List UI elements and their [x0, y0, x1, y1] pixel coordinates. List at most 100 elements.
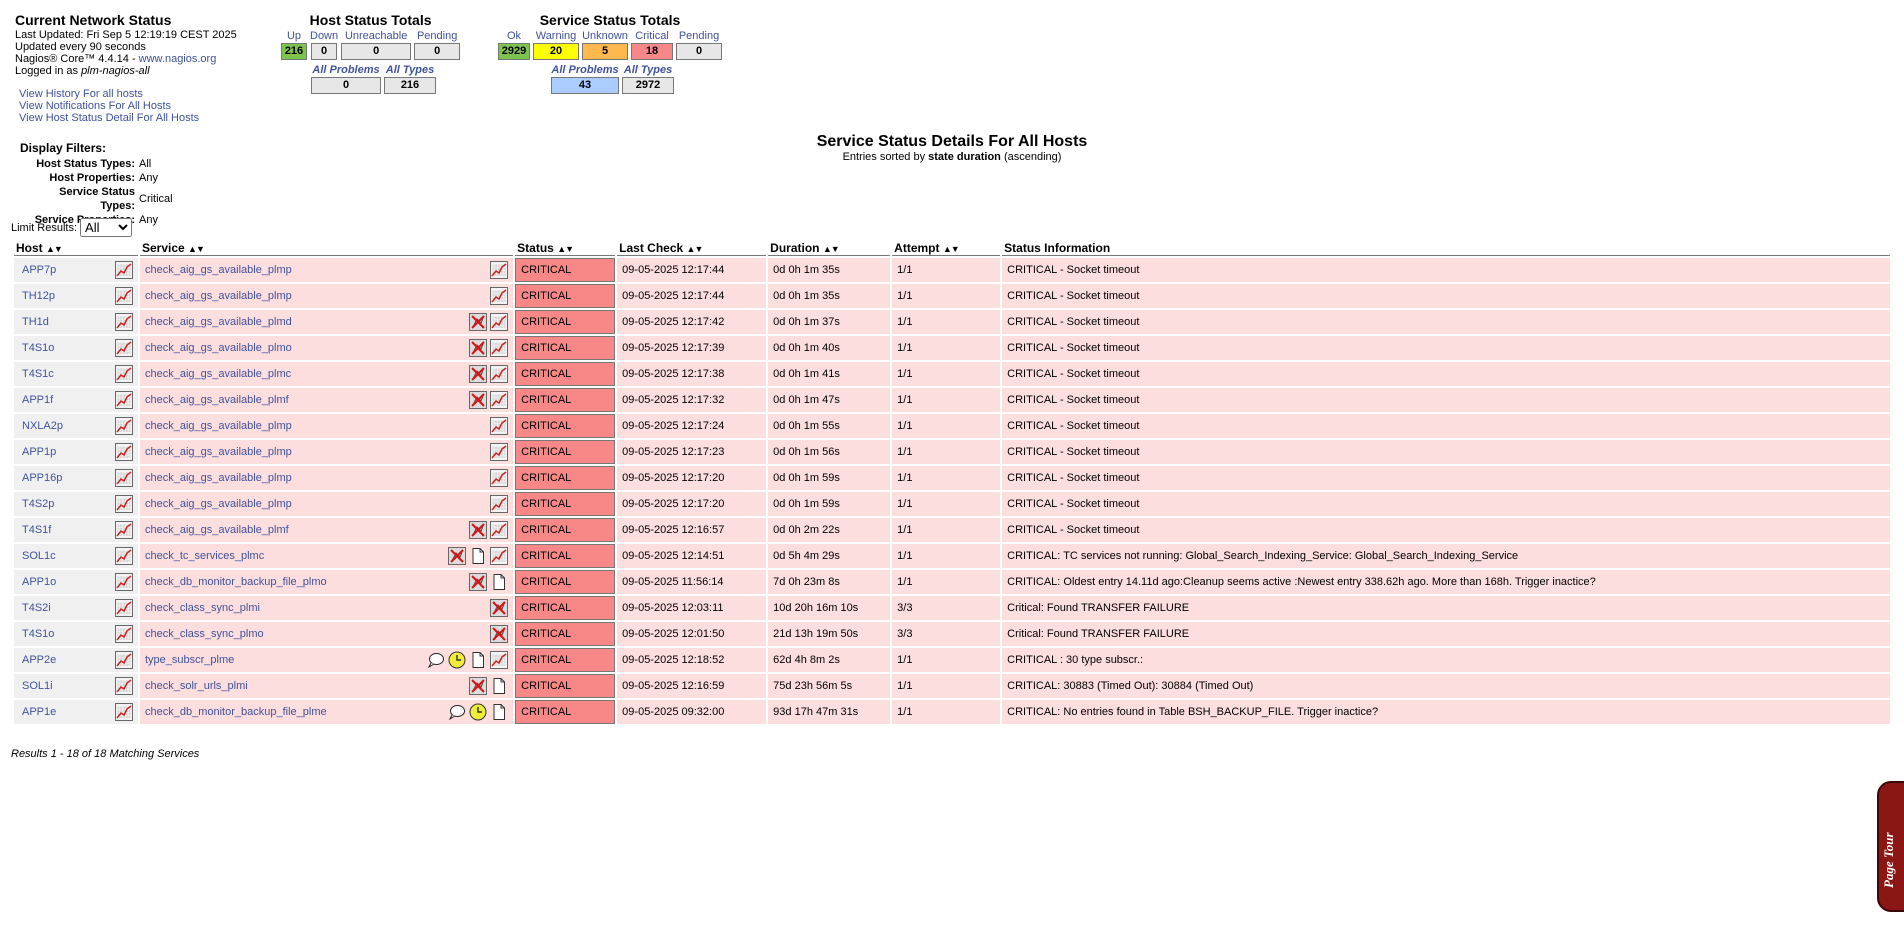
service-link[interactable]: check_class_sync_plmi	[145, 602, 260, 614]
service-total-label[interactable]: Unknown	[582, 29, 628, 43]
sort-arrows-icon[interactable]: ▲▼	[557, 244, 574, 254]
host-link[interactable]: SOL1i	[19, 680, 53, 692]
host-total-cell[interactable]: Down 0	[310, 29, 338, 60]
service-link[interactable]: check_solr_urls_plmi	[145, 680, 248, 692]
service-link[interactable]: check_aig_gs_available_plmp	[145, 264, 292, 276]
host-link[interactable]: APP16p	[19, 472, 62, 484]
host-link[interactable]: TH1d	[19, 316, 49, 328]
host-link[interactable]: APP7p	[19, 264, 56, 276]
notifications-disabled-icon[interactable]	[469, 339, 488, 357]
host-link[interactable]: T4S2p	[19, 498, 54, 510]
service-link[interactable]: check_aig_gs_available_plmp	[145, 446, 292, 458]
notes-icon[interactable]	[469, 547, 487, 565]
notes-icon[interactable]	[490, 703, 508, 721]
host-problem-total-cell[interactable]: All Types 216	[384, 63, 436, 94]
host-problem-total-label[interactable]: All Problems	[312, 63, 379, 77]
graph-icon[interactable]	[115, 287, 133, 305]
sort-arrows-icon[interactable]: ▲▼	[46, 244, 63, 254]
host-total-label[interactable]: Down	[310, 29, 338, 43]
service-total-label[interactable]: Warning	[536, 29, 577, 43]
service-problem-total-cell[interactable]: All Types 2972	[622, 63, 674, 94]
host-link[interactable]: APP1p	[19, 446, 56, 458]
service-link[interactable]: check_aig_gs_available_plmf	[145, 524, 289, 536]
notifications-disabled-icon[interactable]	[490, 599, 509, 617]
service-link[interactable]: check_class_sync_plmo	[145, 628, 264, 640]
host-total-cell[interactable]: Pending 0	[414, 29, 461, 60]
graph-icon[interactable]	[490, 547, 509, 565]
service-total-cell[interactable]: Pending 0	[676, 29, 722, 60]
graph-icon[interactable]	[490, 391, 509, 409]
service-link[interactable]: check_aig_gs_available_plmd	[145, 316, 292, 328]
host-link[interactable]: NXLA2p	[19, 420, 63, 432]
host-link[interactable]: APP2e	[19, 654, 56, 666]
service-total-cell[interactable]: Unknown 5	[582, 29, 628, 60]
host-link[interactable]: T4S1o	[19, 342, 54, 354]
graph-icon[interactable]	[490, 261, 509, 279]
view-history-link[interactable]: View History For all hosts	[19, 88, 143, 100]
notifications-disabled-icon[interactable]	[469, 365, 488, 383]
notifications-disabled-icon[interactable]	[469, 677, 488, 695]
host-link[interactable]: T4S1f	[19, 524, 51, 536]
view-host-status-link[interactable]: View Host Status Detail For All Hosts	[19, 112, 199, 124]
graph-icon[interactable]	[490, 339, 509, 357]
service-link[interactable]: check_aig_gs_available_plmo	[145, 342, 292, 354]
service-total-cell[interactable]: Warning 20	[533, 29, 579, 60]
notifications-disabled-icon[interactable]	[469, 313, 488, 331]
graph-icon[interactable]	[115, 339, 133, 357]
graph-icon[interactable]	[115, 599, 133, 617]
service-link[interactable]: type_subscr_plme	[145, 654, 234, 666]
graph-icon[interactable]	[115, 495, 133, 513]
column-duration[interactable]: Duration ▲▼	[768, 241, 891, 256]
host-link[interactable]: TH12p	[19, 290, 55, 302]
comment-icon[interactable]	[427, 651, 445, 669]
service-total-cell[interactable]: Critical 18	[631, 29, 673, 60]
host-link[interactable]: SOL1c	[19, 550, 56, 562]
service-link[interactable]: check_tc_services_plmc	[145, 550, 264, 562]
host-link[interactable]: T4S2i	[19, 602, 51, 614]
graph-icon[interactable]	[115, 547, 133, 565]
graph-icon[interactable]	[115, 365, 133, 383]
comment-icon[interactable]	[448, 703, 466, 721]
service-problem-total-cell[interactable]: All Problems 43	[551, 63, 619, 94]
host-total-label[interactable]: Pending	[417, 29, 457, 43]
graph-icon[interactable]	[115, 261, 133, 279]
notifications-disabled-icon[interactable]	[469, 521, 488, 539]
page-tour-button[interactable]: Page Tour	[1877, 781, 1904, 912]
column-attempt[interactable]: Attempt ▲▼	[892, 241, 1001, 256]
host-link[interactable]: APP1e	[19, 706, 56, 718]
graph-icon[interactable]	[490, 469, 509, 487]
service-link[interactable]: check_aig_gs_available_plmc	[145, 368, 291, 380]
notes-icon[interactable]	[490, 573, 508, 591]
graph-icon[interactable]	[490, 495, 509, 513]
graph-icon[interactable]	[115, 651, 133, 669]
sort-arrows-icon[interactable]: ▲▼	[687, 244, 704, 254]
host-problem-total-label[interactable]: All Types	[386, 63, 435, 77]
host-link[interactable]: APP1o	[19, 576, 56, 588]
service-problem-total-label[interactable]: All Types	[624, 63, 673, 77]
service-total-label[interactable]: Ok	[507, 29, 521, 43]
graph-icon[interactable]	[490, 365, 509, 383]
notifications-disabled-icon[interactable]	[490, 625, 509, 643]
service-link[interactable]: check_aig_gs_available_plmp	[145, 498, 292, 510]
notifications-disabled-icon[interactable]	[469, 573, 488, 591]
service-total-label[interactable]: Critical	[635, 29, 669, 43]
graph-icon[interactable]	[490, 651, 509, 669]
graph-icon[interactable]	[490, 521, 509, 539]
service-link[interactable]: check_db_monitor_backup_file_plmo	[145, 576, 327, 588]
view-notifications-link[interactable]: View Notifications For All Hosts	[19, 100, 171, 112]
scheduled-downtime-icon[interactable]	[469, 703, 487, 721]
host-link[interactable]: APP1f	[19, 394, 53, 406]
host-total-label[interactable]: Up	[287, 29, 301, 43]
service-link[interactable]: check_aig_gs_available_plmp	[145, 420, 292, 432]
sort-arrows-icon[interactable]: ▲▼	[188, 244, 205, 254]
limit-results-select[interactable]: All	[80, 218, 133, 237]
graph-icon[interactable]	[490, 287, 509, 305]
column-host[interactable]: Host ▲▼	[14, 241, 138, 256]
graph-icon[interactable]	[490, 417, 509, 435]
graph-icon[interactable]	[115, 521, 133, 539]
service-total-cell[interactable]: Ok 2929	[498, 29, 530, 60]
service-link[interactable]: check_db_monitor_backup_file_plme	[145, 706, 327, 718]
graph-icon[interactable]	[115, 677, 133, 695]
service-link[interactable]: check_aig_gs_available_plmf	[145, 394, 289, 406]
graph-icon[interactable]	[490, 443, 509, 461]
